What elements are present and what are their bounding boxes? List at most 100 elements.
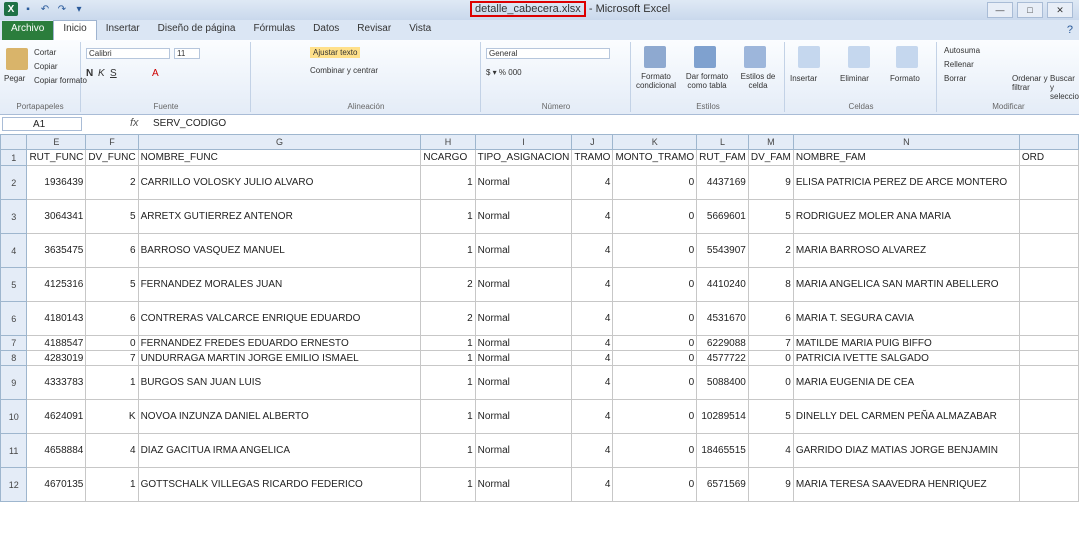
cell-nombre[interactable]: CONTRERAS VALCARCE ENRIQUE EDUARDO bbox=[137, 301, 422, 336]
tab-insertar[interactable]: Insertar bbox=[97, 21, 149, 40]
header-cell[interactable]: DV_FAM bbox=[747, 149, 794, 166]
copy-button[interactable]: Copiar bbox=[34, 62, 58, 71]
cell-nombre[interactable]: GOTTSCHALK VILLEGAS RICARDO FEDERICO bbox=[137, 467, 422, 502]
excel-logo-icon[interactable]: X bbox=[4, 2, 18, 16]
cell-fam[interactable]: MARIA TERESA SAAVEDRA HENRIQUEZ bbox=[792, 467, 1020, 502]
cell-rut[interactable]: 4658884 bbox=[26, 433, 87, 468]
tab-archivo[interactable]: Archivo bbox=[2, 21, 54, 40]
cell-tipo[interactable]: Normal bbox=[474, 365, 573, 400]
cell-rut-fam[interactable]: 4437169 bbox=[696, 165, 749, 200]
cell-fam[interactable]: RODRIGUEZ MOLER ANA MARIA bbox=[792, 199, 1020, 234]
cell-nombre[interactable]: BARROSO VASQUEZ MANUEL bbox=[137, 233, 422, 268]
row-header[interactable]: 8 bbox=[0, 350, 28, 366]
cell-ncargo[interactable]: 1 bbox=[420, 467, 476, 502]
cell-rut[interactable]: 3064341 bbox=[26, 199, 87, 234]
cell-dv-fam[interactable]: 0 bbox=[747, 365, 794, 400]
font-size-select[interactable]: 11 bbox=[174, 48, 200, 59]
cell-tramo[interactable]: 4 bbox=[571, 233, 614, 268]
select-all-corner[interactable] bbox=[0, 134, 28, 150]
cell-rut-fam[interactable]: 4577722 bbox=[696, 350, 749, 366]
conditional-format-icon[interactable] bbox=[644, 46, 666, 68]
cell-tramo[interactable]: 4 bbox=[571, 467, 614, 502]
cell-fam[interactable]: MARIA EUGENIA DE CEA bbox=[792, 365, 1020, 400]
format-table-button[interactable]: Dar formato como tabla bbox=[682, 72, 732, 90]
cell-tipo[interactable]: Normal bbox=[474, 301, 573, 336]
cell-monto[interactable]: 0 bbox=[612, 335, 698, 351]
cell-rut[interactable]: 4333783 bbox=[26, 365, 87, 400]
customize-qat-icon[interactable]: ▾ bbox=[72, 2, 86, 16]
cell-styles-button[interactable]: Estilos de celda bbox=[734, 72, 782, 90]
cell-tipo[interactable]: Normal bbox=[474, 433, 573, 468]
col-header-i[interactable]: I bbox=[474, 134, 573, 150]
cell-tipo[interactable]: Normal bbox=[474, 199, 573, 234]
row-header[interactable]: 10 bbox=[0, 399, 28, 434]
cell-dv[interactable]: 4 bbox=[85, 433, 139, 468]
currency-icon[interactable]: $ ▾ % 000 bbox=[486, 68, 522, 77]
cell-rut[interactable]: 4125316 bbox=[26, 267, 87, 302]
row-header[interactable]: 1 bbox=[0, 149, 28, 166]
cell-tipo[interactable]: Normal bbox=[474, 350, 573, 366]
cell-dv-fam[interactable]: 6 bbox=[747, 301, 794, 336]
cell-dv[interactable]: K bbox=[85, 399, 139, 434]
cell-nombre[interactable]: NOVOA INZUNZA DANIEL ALBERTO bbox=[137, 399, 422, 434]
font-name-select[interactable]: Calibri bbox=[86, 48, 170, 59]
cell-fam[interactable]: MARIA BARROSO ALVAREZ bbox=[792, 233, 1020, 268]
cell-nombre[interactable]: CARRILLO VOLOSKY JULIO ALVARO bbox=[137, 165, 422, 200]
cell-tramo[interactable]: 4 bbox=[571, 365, 614, 400]
header-cell[interactable]: TRAMO bbox=[571, 149, 614, 166]
cell-dv[interactable]: 0 bbox=[85, 335, 139, 351]
cell-dv-fam[interactable]: 5 bbox=[747, 199, 794, 234]
cell-rut[interactable]: 4624091 bbox=[26, 399, 87, 434]
cell-dv-fam[interactable]: 9 bbox=[747, 467, 794, 502]
col-header-l[interactable]: L bbox=[696, 134, 749, 150]
cell-dv[interactable]: 5 bbox=[85, 199, 139, 234]
tab-formulas[interactable]: Fórmulas bbox=[244, 21, 304, 40]
cell-dv-fam[interactable]: 4 bbox=[747, 433, 794, 468]
cell-rut-fam[interactable]: 6229088 bbox=[696, 335, 749, 351]
formula-input[interactable]: SERV_CODIGO bbox=[153, 118, 226, 129]
cell-ncargo[interactable]: 1 bbox=[420, 165, 476, 200]
cell-nombre[interactable]: FERNANDEZ FREDES EDUARDO ERNESTO bbox=[137, 335, 422, 351]
col-header-g[interactable]: G bbox=[137, 134, 422, 150]
cell-monto[interactable]: 0 bbox=[612, 301, 698, 336]
format-painter-button[interactable]: Copiar formato bbox=[34, 76, 87, 85]
cell-monto[interactable]: 0 bbox=[612, 350, 698, 366]
cut-button[interactable]: Cortar bbox=[34, 48, 56, 57]
cell-tramo[interactable]: 4 bbox=[571, 267, 614, 302]
help-icon[interactable]: ? bbox=[1067, 24, 1073, 36]
cell-tramo[interactable]: 4 bbox=[571, 433, 614, 468]
fill-button[interactable]: Rellenar bbox=[944, 60, 974, 69]
fx-icon[interactable]: fx bbox=[130, 117, 139, 129]
row-header[interactable]: 5 bbox=[0, 267, 28, 302]
find-select-button[interactable]: Buscar y seleccionar bbox=[1050, 74, 1079, 101]
paste-button[interactable]: Pegar bbox=[4, 74, 25, 83]
insert-button[interactable]: Insertar bbox=[790, 74, 817, 83]
cell-dv-fam[interactable]: 5 bbox=[747, 399, 794, 434]
minimize-button[interactable]: — bbox=[987, 2, 1013, 18]
cell-dv-fam[interactable]: 0 bbox=[747, 350, 794, 366]
col-header-m[interactable]: M bbox=[747, 134, 794, 150]
underline-icon[interactable]: S bbox=[110, 68, 117, 79]
autosum-button[interactable]: Autosuma bbox=[944, 46, 980, 55]
paste-icon[interactable] bbox=[6, 48, 28, 70]
cell-fam[interactable]: MATILDE MARIA PUIG BIFFO bbox=[792, 335, 1020, 351]
cell-dv-fam[interactable]: 8 bbox=[747, 267, 794, 302]
cell-ncargo[interactable]: 1 bbox=[420, 335, 476, 351]
cell-rut-fam[interactable]: 18465515 bbox=[696, 433, 749, 468]
cell-empty[interactable] bbox=[1018, 165, 1079, 200]
cell-styles-icon[interactable] bbox=[744, 46, 766, 68]
cell-empty[interactable] bbox=[1018, 433, 1079, 468]
cell-ncargo[interactable]: 1 bbox=[420, 365, 476, 400]
cell-tramo[interactable]: 4 bbox=[571, 165, 614, 200]
cell-monto[interactable]: 0 bbox=[612, 267, 698, 302]
cell-empty[interactable] bbox=[1018, 365, 1079, 400]
cell-dv[interactable]: 1 bbox=[85, 365, 139, 400]
cell-empty[interactable] bbox=[1018, 350, 1079, 366]
header-cell[interactable]: TIPO_ASIGNACION bbox=[474, 149, 573, 166]
sort-filter-button[interactable]: Ordenar y filtrar bbox=[1012, 74, 1052, 92]
cell-monto[interactable]: 0 bbox=[612, 433, 698, 468]
format-button[interactable]: Formato bbox=[890, 74, 920, 83]
insert-cells-icon[interactable] bbox=[798, 46, 820, 68]
format-cells-icon[interactable] bbox=[896, 46, 918, 68]
header-cell[interactable]: NCARGO bbox=[420, 149, 476, 166]
